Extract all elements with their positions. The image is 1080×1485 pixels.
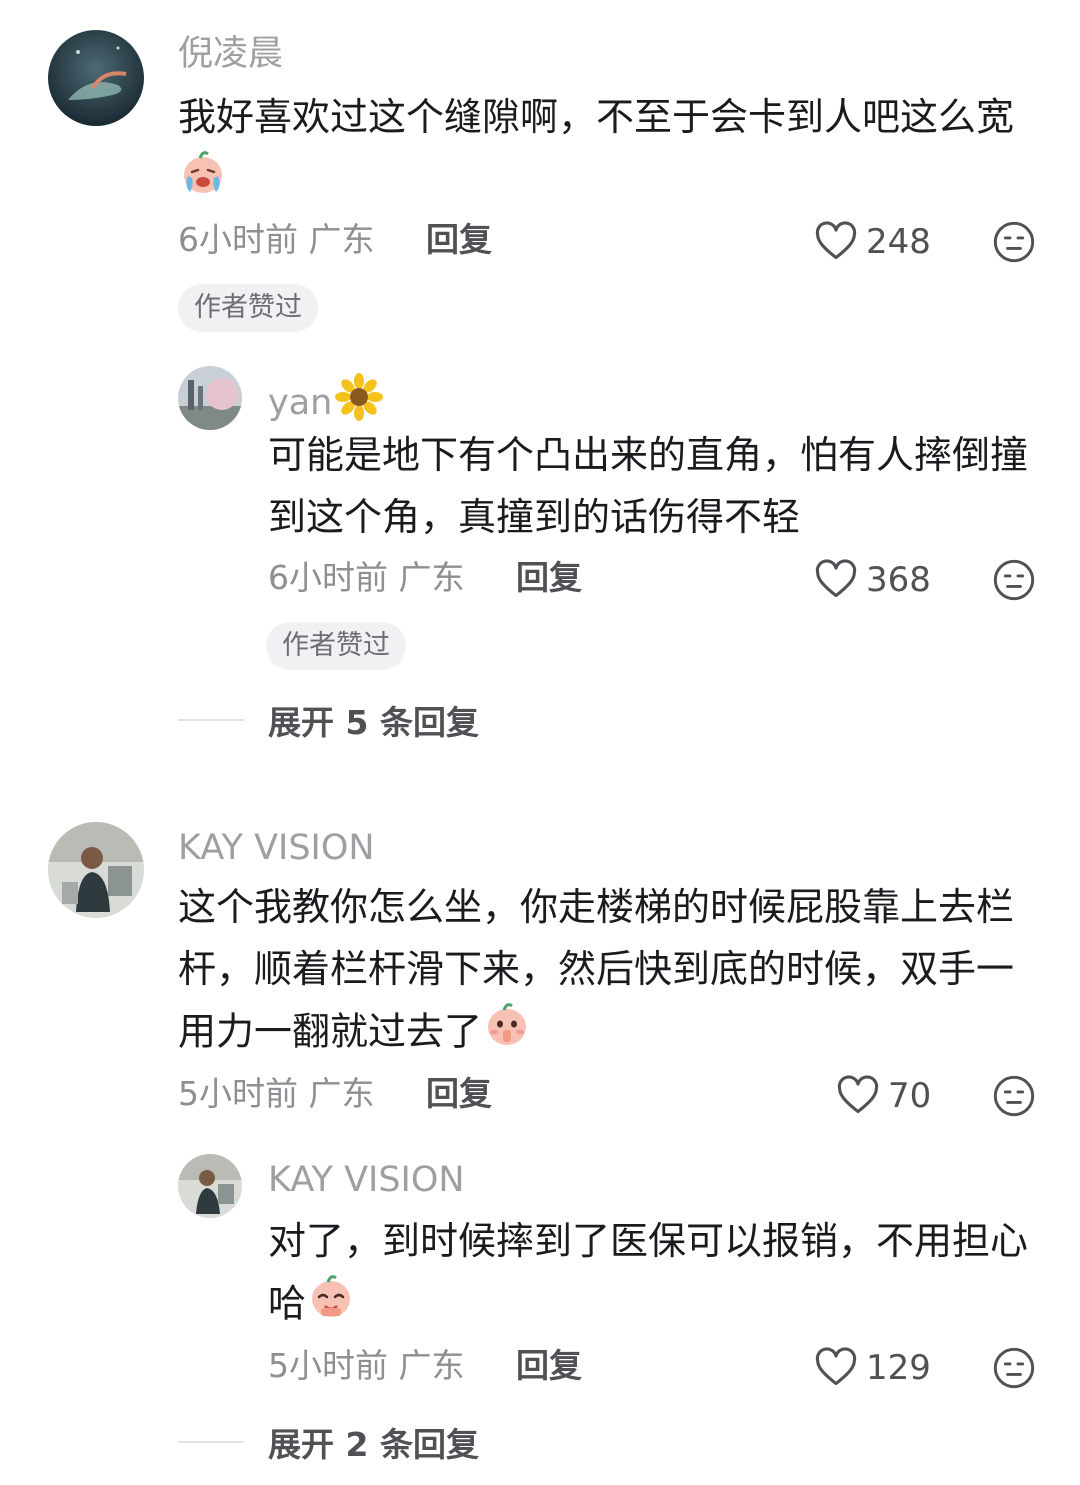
heart-icon [812,1346,860,1390]
reply-location: 广东 [398,558,465,597]
author-liked-badge: 作者赞过 [266,622,406,670]
like-button[interactable]: 368 [812,558,931,602]
like-count: 368 [866,560,931,600]
reply-text: 可能是地下有个凸出来的直角，怕有人摔倒撞到这个角，真撞到的话伤得不轻 [268,433,1029,539]
reply-time: 5小时前 [268,1346,388,1385]
comment-meta: 5小时前 广东 [178,1072,375,1116]
dislike-icon[interactable] [992,1074,1036,1118]
avatar[interactable] [48,822,144,918]
comment-location: 广东 [308,220,375,259]
reply-location: 广东 [398,1346,465,1385]
comment-text: 这个我教你怎么坐，你走楼梯的时候屁股靠上去栏杆，顺着栏杆滑下来，然后快到底的时候… [178,876,1028,1068]
expand-replies-button[interactable]: 展开 5 条回复 [178,696,479,744]
divider [178,1441,244,1443]
like-button[interactable]: 70 [834,1074,931,1118]
like-count: 248 [866,222,931,262]
avatar[interactable] [48,30,144,126]
avatar[interactable] [178,366,242,430]
reply-username[interactable]: KAY VISION [268,1158,465,1202]
avatar[interactable] [178,1154,242,1218]
comment-time: 5小时前 [178,1074,298,1113]
reply-time: 6小时前 [268,558,388,597]
expand-replies-button[interactable]: 展开 2 条回复 [178,1418,479,1466]
dislike-icon[interactable] [992,1346,1036,1390]
heart-icon [812,220,860,264]
reply-meta: 6小时前 广东 [268,556,465,600]
crying-laughing-emoji [178,148,228,216]
comment-username[interactable]: KAY VISION [178,826,375,870]
comment-username[interactable]: 倪凌晨 [178,32,283,76]
comment-text: 我好喜欢过这个缝隙啊，不至于会卡到人吧这么宽 [178,86,1028,216]
like-button[interactable]: 248 [812,220,931,264]
heart-icon [834,1074,882,1118]
like-count: 70 [888,1076,932,1116]
reply-button[interactable]: 回复 [426,1072,492,1116]
reply-meta: 5小时前 广东 [268,1344,465,1388]
comment-time: 6小时前 [178,220,298,259]
like-count: 129 [866,1348,931,1388]
like-button[interactable]: 129 [812,1346,931,1390]
divider [178,719,244,721]
reply-button[interactable]: 回复 [426,218,492,262]
reply-button[interactable]: 回复 [516,556,582,600]
comment-location: 广东 [308,1074,375,1113]
dislike-icon[interactable] [992,558,1036,602]
dislike-icon[interactable] [992,220,1036,264]
reply-button[interactable]: 回复 [516,1344,582,1388]
author-liked-badge: 作者赞过 [178,284,318,332]
heart-icon [812,558,860,602]
pleading-emoji [306,1272,356,1340]
shush-emoji [482,1000,532,1068]
comment-meta: 6小时前 广东 [178,218,375,262]
reply-text: 对了，到时候摔到了医保可以报销，不用担心哈 [268,1210,1028,1340]
